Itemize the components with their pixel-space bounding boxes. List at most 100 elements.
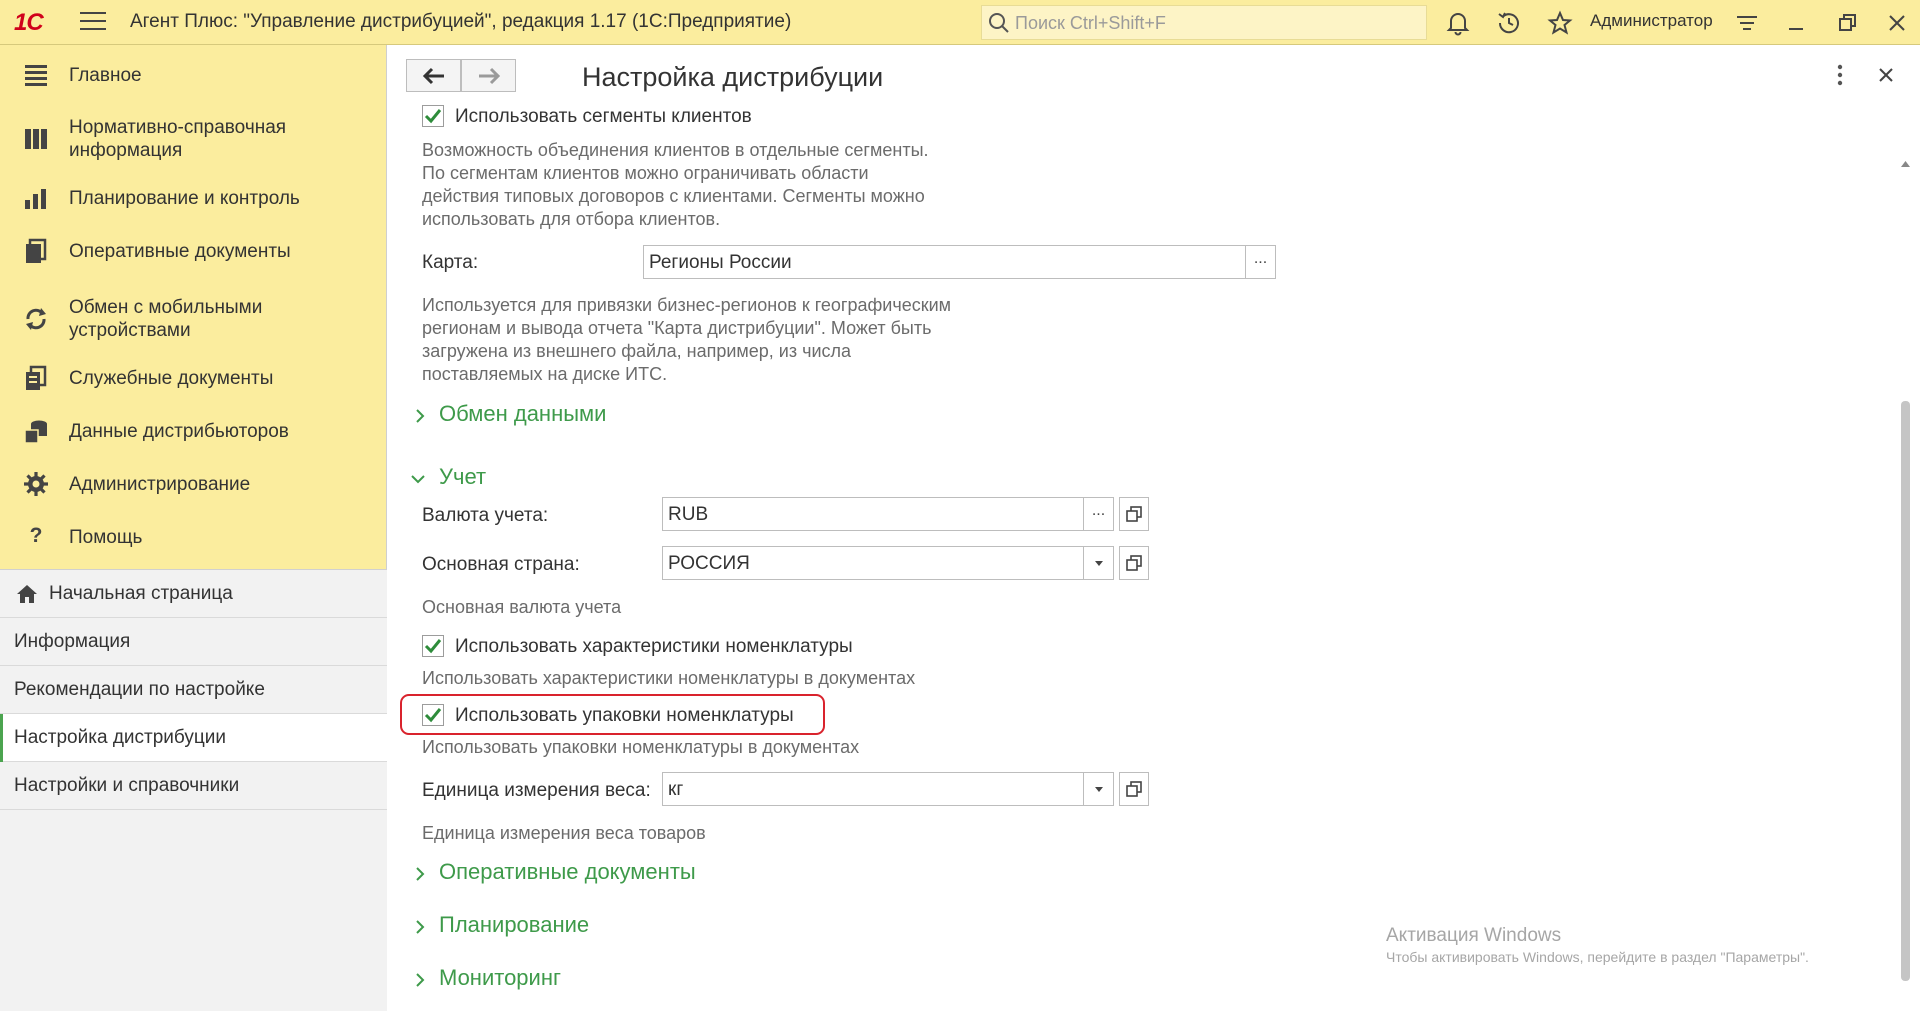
user-name[interactable]: Администратор (1590, 11, 1713, 31)
list-icon (25, 65, 47, 86)
use-packaging-checkbox[interactable] (422, 704, 444, 726)
arrow-left-icon (422, 67, 444, 85)
map-select-button[interactable]: ... (1245, 246, 1275, 278)
weight-unit-label: Единица измерения веса: (422, 780, 651, 801)
open-window-label: Настройка дистрибуции (14, 727, 226, 748)
open-window-recommendations[interactable]: Рекомендации по настройке (0, 666, 387, 714)
page-title: Настройка дистрибуции (582, 62, 884, 92)
weight-unit-field[interactable]: кг (662, 772, 1114, 806)
open-icon (1126, 781, 1142, 797)
search-placeholder: Поиск Ctrl+Shift+F (1015, 13, 1166, 33)
weight-unit-dropdown-button[interactable] (1083, 773, 1113, 805)
sidebar-item-reference[interactable]: Нормативно-справочная информация (0, 113, 387, 165)
sidebar-item-label: Главное (69, 65, 142, 86)
sidebar-item-service-docs[interactable]: Служебные документы (0, 360, 387, 400)
sections-panel: Главное Нормативно-справочная информация… (0, 45, 387, 1011)
open-window-settings-catalogs[interactable]: Настройки и справочники (0, 762, 387, 810)
sidebar-item-distributor-data[interactable]: Данные дистрибьюторов (0, 413, 387, 453)
country-open-button[interactable] (1119, 546, 1149, 580)
sidebar-item-label: Администрирование (69, 474, 251, 495)
bar-chart-icon (25, 189, 46, 209)
close-form-icon[interactable] (1874, 63, 1898, 87)
group-data-exchange[interactable]: Обмен данными (439, 401, 606, 427)
sidebar-item-main[interactable]: Главное (0, 57, 387, 97)
use-characteristics-checkbox[interactable] (422, 635, 444, 657)
country-dropdown-button[interactable] (1083, 547, 1113, 579)
restore-icon[interactable] (1834, 10, 1860, 36)
map-note-line: загружена из внешнего файла, например, и… (422, 341, 852, 361)
dropdown-arrow-icon (1094, 787, 1103, 792)
scroll-up-icon[interactable] (1901, 161, 1910, 167)
use-segments-checkbox[interactable] (422, 105, 444, 127)
map-field[interactable]: Регионы России ... (643, 245, 1276, 279)
minimize-icon[interactable] (1783, 10, 1809, 36)
chevron-right-icon[interactable] (412, 408, 428, 424)
weight-unit-open-button[interactable] (1119, 772, 1149, 806)
checkmark-icon (424, 708, 442, 723)
scrollbar-thumb[interactable] (1901, 401, 1910, 981)
group-monitoring[interactable]: Мониторинг (439, 965, 561, 991)
bell-icon[interactable] (1445, 10, 1471, 36)
home-icon (17, 585, 37, 603)
currency-select-button[interactable]: ... (1083, 498, 1113, 530)
chevron-right-icon[interactable] (412, 919, 428, 935)
star-icon[interactable] (1547, 10, 1573, 36)
back-button[interactable] (406, 59, 461, 92)
documents-icon (26, 238, 47, 263)
gear-icon (24, 472, 48, 496)
use-packaging-label[interactable]: Использовать упаковки номенклатуры (455, 705, 794, 727)
currency-field[interactable]: RUB ... (662, 497, 1114, 531)
app-title: Агент Плюс: "Управление дистрибуцией", р… (130, 11, 792, 32)
country-label: Основная страна: (422, 554, 580, 575)
currency-open-button[interactable] (1119, 497, 1149, 531)
country-note: Основная валюта учета (422, 597, 622, 617)
sidebar-item-label: Обмен с мобильными устройствами (69, 297, 263, 341)
chevron-right-icon[interactable] (412, 972, 428, 988)
sidebar-item-help[interactable]: ? Помощь (0, 519, 387, 559)
open-icon (1126, 506, 1142, 522)
open-window-label: Настройки и справочники (14, 775, 240, 796)
arrow-right-icon (479, 67, 501, 85)
use-characteristics-label[interactable]: Использовать характеристики номенклатуры (455, 636, 853, 658)
chevron-down-icon[interactable] (410, 471, 426, 487)
form-area: Настройка дистрибуции Использовать сегме… (388, 45, 1920, 1011)
close-app-icon[interactable] (1884, 10, 1910, 36)
history-icon[interactable] (1496, 10, 1522, 36)
map-note-line: регионам и вывода отчета "Карта дистрибу… (422, 318, 932, 338)
sidebar-item-operational-docs[interactable]: Оперативные документы (0, 233, 387, 273)
main-menu-button[interactable] (80, 12, 106, 34)
group-accounting[interactable]: Учет (439, 464, 486, 490)
sidebar-item-mobile-exchange[interactable]: Обмен с мобильными устройствами (0, 293, 387, 345)
service-docs-icon (26, 365, 47, 390)
more-actions-icon[interactable] (1830, 63, 1850, 87)
packaging-note: Использовать упаковки номенклатуры в док… (422, 737, 860, 757)
forward-button[interactable] (461, 59, 516, 92)
currency-label: Валюта учета: (422, 505, 549, 526)
group-planning[interactable]: Планирование (439, 912, 589, 938)
open-window-label: Начальная страница (49, 583, 233, 604)
open-window-label: Рекомендации по настройке (14, 679, 265, 700)
app-header: 1С Агент Плюс: "Управление дистрибуцией"… (0, 0, 1920, 45)
distributor-data-icon (24, 420, 47, 444)
open-window-info[interactable]: Информация (0, 618, 387, 666)
settings-lines-icon[interactable] (1734, 10, 1760, 36)
sidebar-item-label: Помощь (69, 527, 143, 548)
open-window-label: Информация (14, 631, 131, 652)
map-label: Карта: (422, 252, 479, 273)
windows-activation-watermark: Активация Windows Чтобы активировать Win… (1386, 925, 1809, 965)
open-window-home[interactable]: Начальная страница (0, 570, 387, 618)
sidebar-item-administration[interactable]: Администрирование (0, 466, 387, 506)
open-icon (1126, 555, 1142, 571)
open-windows-list: Начальная страница Информация Рекомендац… (0, 569, 387, 1011)
search-input[interactable]: Поиск Ctrl+Shift+F (981, 5, 1427, 40)
group-operational-docs[interactable]: Оперативные документы (439, 859, 696, 885)
country-field[interactable]: РОССИЯ (662, 546, 1114, 580)
sidebar-item-label: Данные дистрибьюторов (69, 421, 289, 442)
open-window-distribution-settings[interactable]: Настройка дистрибуции (0, 714, 387, 762)
sidebar-item-label: Служебные документы (69, 368, 274, 389)
use-segments-label[interactable]: Использовать сегменты клиентов (455, 106, 752, 128)
sidebar-item-planning[interactable]: Планирование и контроль (0, 180, 387, 220)
weight-unit-value: кг (668, 779, 684, 800)
chevron-right-icon[interactable] (412, 866, 428, 882)
weight-unit-note: Единица измерения веса товаров (422, 823, 706, 843)
